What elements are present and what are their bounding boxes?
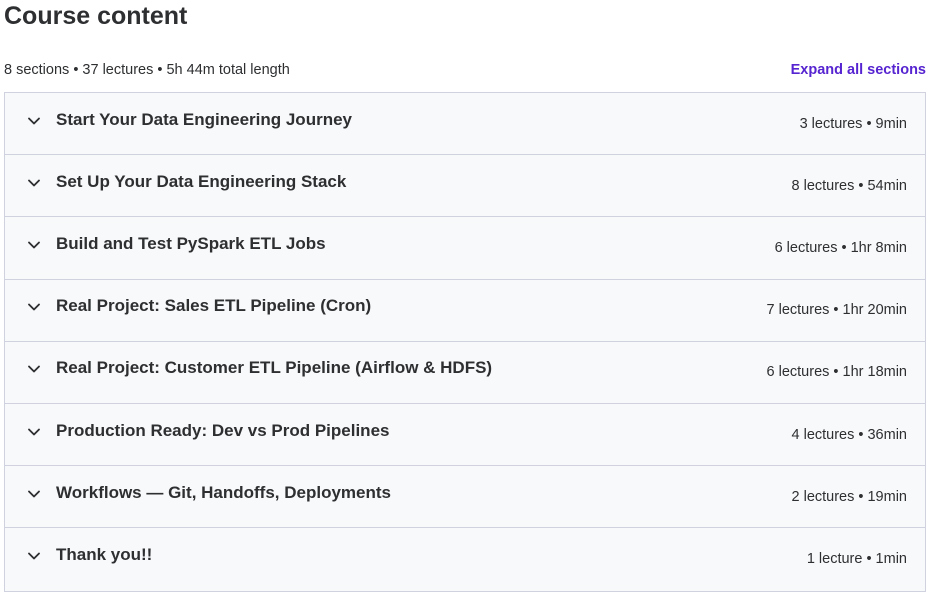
- chevron-down-icon[interactable]: [27, 549, 41, 563]
- section-lecture-info: 8 lectures • 54min: [791, 177, 908, 194]
- section-lecture-info: 1 lecture • 1min: [806, 551, 907, 568]
- section-header[interactable]: Set Up Your Data Engineering Stack 8 lec…: [5, 155, 925, 218]
- section-title: Thank you!!: [56, 545, 153, 565]
- section-lecture-info: 3 lectures • 9min: [799, 115, 907, 132]
- page-title: Course content: [4, 2, 188, 30]
- section-title: Build and Test PySpark ETL Jobs: [56, 233, 326, 253]
- chevron-down-icon[interactable]: [27, 362, 41, 376]
- section-title: Production Ready: Dev vs Prod Pipelines: [56, 420, 390, 440]
- chevron-down-icon[interactable]: [27, 300, 41, 314]
- chevron-down-icon[interactable]: [27, 238, 41, 252]
- course-summary: 8 sections • 37 lectures • 5h 44m total …: [4, 62, 290, 78]
- section-lecture-info: 6 lectures • 1hr 18min: [766, 364, 907, 381]
- section-title: Workflows — Git, Handoffs, Deployments: [56, 482, 391, 502]
- section-header[interactable]: Production Ready: Dev vs Prod Pipelines …: [5, 403, 925, 467]
- section-header[interactable]: Real Project: Sales ETL Pipeline (Cron) …: [5, 279, 925, 342]
- section-title: Real Project: Customer ETL Pipeline (Air…: [56, 358, 493, 378]
- chevron-down-icon[interactable]: [27, 487, 41, 501]
- chevron-down-icon[interactable]: [27, 114, 41, 128]
- section-lecture-info: 2 lectures • 19min: [791, 488, 908, 505]
- chevron-down-icon[interactable]: [27, 425, 41, 439]
- section-lecture-info: 7 lectures • 1hr 20min: [766, 302, 907, 319]
- section-header[interactable]: Build and Test PySpark ETL Jobs 6 lectur…: [5, 217, 925, 280]
- section-lecture-info: 4 lectures • 36min: [791, 426, 908, 443]
- course-content-panel: Course content 8 sections • 37 lectures …: [0, 0, 929, 593]
- sections-list: Start Your Data Engineering Journey 3 le…: [4, 92, 926, 592]
- section-lecture-info: 6 lectures • 1hr 8min: [774, 239, 907, 256]
- section-title: Set Up Your Data Engineering Stack: [56, 171, 347, 191]
- section-header[interactable]: Workflows — Git, Handoffs, Deployments 2…: [5, 466, 925, 529]
- section-title: Real Project: Sales ETL Pipeline (Cron): [56, 296, 372, 316]
- section-header[interactable]: Start Your Data Engineering Journey 3 le…: [5, 93, 925, 156]
- section-header[interactable]: Real Project: Customer ETL Pipeline (Air…: [5, 341, 925, 404]
- course-meta-row: 8 sections • 37 lectures • 5h 44m total …: [4, 60, 926, 80]
- chevron-down-icon[interactable]: [27, 176, 41, 190]
- section-title: Start Your Data Engineering Journey: [56, 109, 352, 129]
- expand-all-sections-button[interactable]: Expand all sections: [791, 62, 926, 78]
- section-header[interactable]: Thank you!! 1 lecture • 1min: [5, 528, 925, 591]
